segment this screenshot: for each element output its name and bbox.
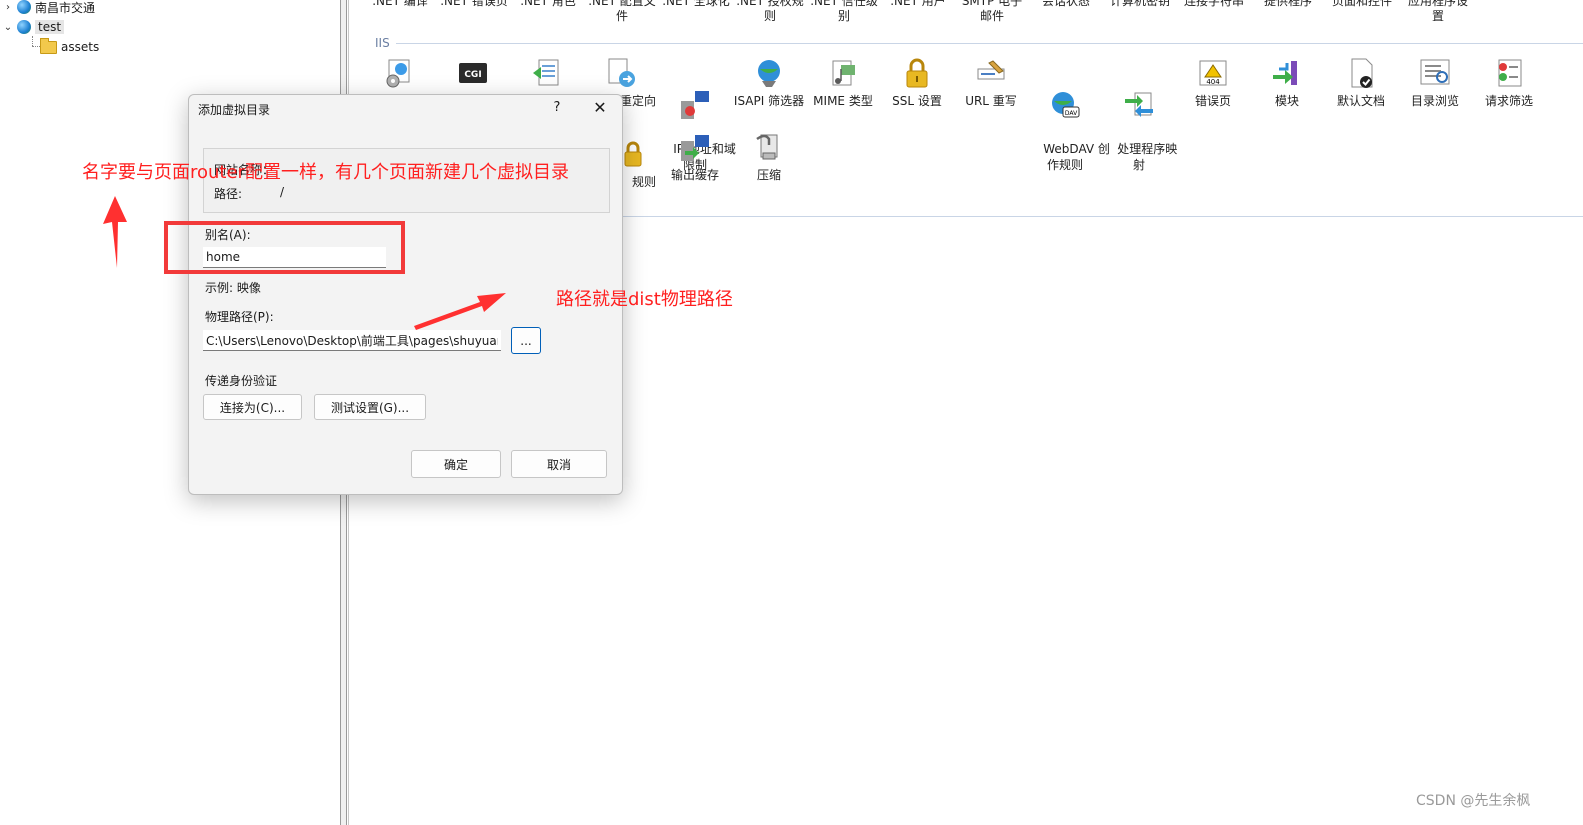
annotation-arrows <box>103 196 506 330</box>
watermark: CSDN @先生余枫 <box>1416 793 1531 809</box>
right-arrow-icon <box>414 293 506 330</box>
up-arrow-icon <box>103 196 127 268</box>
